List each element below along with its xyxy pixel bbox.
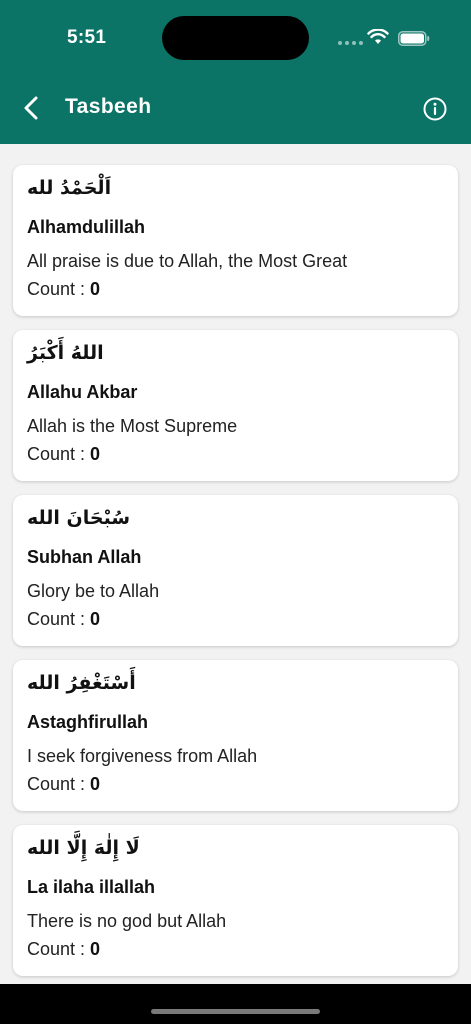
dhikr-meaning: Allah is the Most Supreme [27,416,238,436]
arabic-text: اَلْحَمْدُ لله [27,177,112,199]
status-time: 5:51 [67,27,107,48]
dhikr-meaning: All praise is due to Allah, the Most Gre… [27,251,348,271]
count-text: Count : 0 [27,279,100,300]
count-label: Count : [27,939,91,959]
battery-icon [398,31,430,46]
count-text: Count : 0 [27,609,100,630]
dhikr-meaning: There is no god but Allah [27,911,227,931]
info-icon[interactable] [422,96,448,122]
count-text: Count : 0 [27,939,100,960]
count-value: 0 [90,939,101,959]
count-label: Count : [27,609,91,629]
dhikr-name: La ilaha illallah [27,877,156,897]
dhikr-name: Allahu Akbar [27,382,138,402]
signal-icon [338,41,363,45]
back-button[interactable] [18,94,46,122]
wifi-icon [367,29,389,44]
count-label: Count : [27,774,91,794]
dhikr-meaning: I seek forgiveness from Allah [27,746,258,766]
dhikr-name: Alhamdulillah [27,217,146,237]
arabic-text: اللهُ أَكْبَرُ [27,342,104,364]
home-indicator[interactable] [151,1009,320,1014]
count-value: 0 [90,279,101,299]
dhikr-name: Astaghfirullah [27,712,149,732]
arabic-text: لَا إِلٰهَ إِلَّا الله [27,837,140,859]
tasbeeh-card-subhan-allah[interactable]: سُبْحَانَ الله Subhan Allah Glory be to … [13,495,458,646]
app-header: 5:51 Tasbeeh [0,0,471,144]
count-text: Count : 0 [27,444,100,465]
count-value: 0 [90,609,101,629]
dhikr-name: Subhan Allah [27,547,142,567]
dhikr-meaning: Glory be to Allah [27,581,160,601]
count-value: 0 [90,774,101,794]
count-value: 0 [90,444,101,464]
count-label: Count : [27,444,91,464]
home-bar-area [0,984,471,1024]
page-title: Tasbeeh [65,95,152,118]
count-text: Count : 0 [27,774,100,795]
arabic-text: سُبْحَانَ الله [27,507,131,529]
arabic-text: أَسْتَغْفِرُ الله [27,672,136,694]
dynamic-island [162,16,309,60]
tasbeeh-card-alhamdulillah[interactable]: اَلْحَمْدُ لله Alhamdulillah All praise … [13,165,458,316]
count-label: Count : [27,279,91,299]
tasbeeh-card-la-ilaha-illallah[interactable]: لَا إِلٰهَ إِلَّا الله La ilaha illallah… [13,825,458,976]
tasbeeh-card-allahu-akbar[interactable]: اللهُ أَكْبَرُ Allahu Akbar Allah is the… [13,330,458,481]
tasbeeh-card-astaghfirullah[interactable]: أَسْتَغْفِرُ الله Astaghfirullah I seek … [13,660,458,811]
